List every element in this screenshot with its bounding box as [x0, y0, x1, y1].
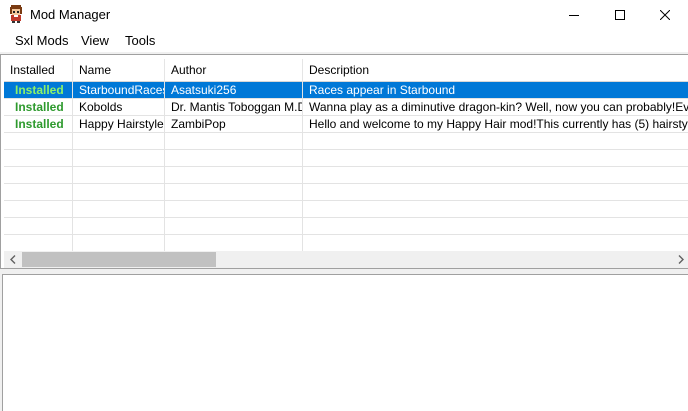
- cell-description: [303, 167, 688, 184]
- minimize-icon: [569, 15, 579, 16]
- cell-name: StarboundRaces: [73, 82, 165, 99]
- table-row[interactable]: [4, 133, 688, 150]
- cell-author: [165, 150, 303, 167]
- scroll-right-button[interactable]: [672, 251, 688, 268]
- table-row[interactable]: [4, 201, 688, 218]
- cell-name: [73, 201, 165, 218]
- cell-author: [165, 235, 303, 252]
- maximize-icon: [615, 10, 625, 20]
- close-icon: [660, 10, 670, 20]
- menu-sxl-mods[interactable]: Sxl Mods: [15, 33, 68, 48]
- menu-tools[interactable]: Tools: [125, 33, 155, 48]
- cell-description: Wanna play as a diminutive dragon-kin? W…: [303, 99, 688, 116]
- cell-description: Hello and welcome to my Happy Hair mod!T…: [303, 116, 688, 133]
- table-row[interactable]: Installed StarboundRaces Asatsuki256 Races …: [4, 82, 688, 99]
- column-header-installed[interactable]: Installed: [4, 59, 73, 82]
- column-header-author[interactable]: Author: [165, 59, 303, 82]
- cell-installed: Installed: [4, 116, 73, 133]
- cell-installed: Installed: [4, 82, 73, 99]
- table-row[interactable]: [4, 235, 688, 252]
- cell-installed: [4, 133, 73, 150]
- title-bar[interactable]: Mod Manager: [0, 0, 688, 30]
- column-header-description[interactable]: Description: [303, 59, 688, 82]
- cell-author: ZambiPop: [165, 116, 303, 133]
- cell-author: [165, 201, 303, 218]
- cell-installed: Installed: [4, 99, 73, 116]
- table-row[interactable]: Installed Kobolds Dr. Mantis Toboggan M.D.…: [4, 99, 688, 116]
- chevron-left-icon: [9, 255, 15, 264]
- cell-author: [165, 133, 303, 150]
- cell-name: Happy Hairstyles: [73, 116, 165, 133]
- scroll-thumb[interactable]: [22, 252, 216, 267]
- column-header-name[interactable]: Name: [73, 59, 165, 82]
- cell-installed: [4, 184, 73, 201]
- app-character-icon: [10, 5, 22, 23]
- cell-author: Asatsuki256: [165, 82, 303, 99]
- cell-description: [303, 133, 688, 150]
- cell-description: [303, 235, 688, 252]
- table-row[interactable]: [4, 167, 688, 184]
- menu-view[interactable]: View: [81, 33, 109, 48]
- maximize-button[interactable]: [597, 0, 643, 30]
- table-row[interactable]: [4, 218, 688, 235]
- table-row[interactable]: [4, 184, 688, 201]
- cell-description: [303, 218, 688, 235]
- minimize-button[interactable]: [551, 0, 597, 30]
- horizontal-scrollbar[interactable]: [4, 251, 688, 268]
- mods-grid[interactable]: Installed Name Author Description Instal…: [0, 54, 688, 269]
- cell-description: [303, 201, 688, 218]
- chevron-right-icon: [678, 255, 684, 264]
- menu-bar: Sxl Mods View Tools: [0, 30, 688, 52]
- cell-name: [73, 150, 165, 167]
- cell-author: [165, 184, 303, 201]
- cell-name: [73, 184, 165, 201]
- cell-name: [73, 167, 165, 184]
- cell-description: [303, 150, 688, 167]
- cell-installed: [4, 235, 73, 252]
- window-title: Mod Manager: [30, 7, 111, 22]
- cell-author: [165, 167, 303, 184]
- table-row[interactable]: [4, 150, 688, 167]
- close-button[interactable]: [642, 0, 688, 30]
- cell-name: [73, 133, 165, 150]
- cell-description: Races appear in Starbound: [303, 82, 688, 99]
- cell-installed: [4, 201, 73, 218]
- cell-installed: [4, 150, 73, 167]
- cell-author: [165, 218, 303, 235]
- cell-name: Kobolds: [73, 99, 165, 116]
- cell-author: Dr. Mantis Toboggan M.D.: [165, 99, 303, 116]
- cell-description: [303, 184, 688, 201]
- mod-details-panel[interactable]: [2, 274, 688, 411]
- cell-installed: [4, 218, 73, 235]
- grid-header: Installed Name Author Description: [4, 59, 688, 82]
- cell-installed: [4, 167, 73, 184]
- cell-name: [73, 218, 165, 235]
- scroll-left-button[interactable]: [4, 251, 21, 268]
- cell-name: [73, 235, 165, 252]
- table-row[interactable]: Installed Happy Hairstyles ZambiPop Hello a…: [4, 116, 688, 133]
